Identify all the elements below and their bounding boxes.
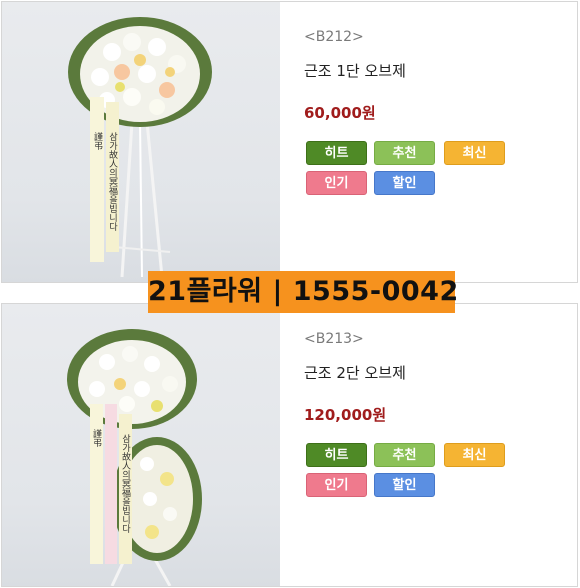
- badge-hit[interactable]: 히트: [306, 443, 367, 467]
- product-card[interactable]: 謹弔 삼가故人의冥福을빕니다 <B212> 근조 1단 오브제 60,000원 …: [1, 1, 578, 283]
- product-code: <B213>: [304, 331, 364, 347]
- product-name[interactable]: 근조 2단 오브제: [304, 362, 406, 383]
- svg-text:謹弔: 謹弔: [91, 428, 102, 448]
- badge-sale[interactable]: 할인: [374, 171, 435, 195]
- product-image-wreath-2[interactable]: 謹弔 삼가故人의冥福을빕니다: [2, 304, 280, 586]
- badge-new[interactable]: 최신: [444, 141, 505, 165]
- badge-popular[interactable]: 인기: [306, 171, 367, 195]
- badge-sale[interactable]: 할인: [374, 473, 435, 497]
- badge-hit[interactable]: 히트: [306, 141, 367, 165]
- product-name[interactable]: 근조 1단 오브제: [304, 60, 406, 81]
- product-price: 120,000원: [304, 406, 387, 424]
- product-price: 60,000원: [304, 104, 376, 122]
- svg-text:謹弔: 謹弔: [92, 131, 103, 151]
- phone-banner[interactable]: 21플라워 | 1555-0042: [148, 271, 458, 313]
- badge-recommend[interactable]: 추천: [374, 443, 435, 467]
- badge-new[interactable]: 최신: [444, 443, 505, 467]
- badge-recommend[interactable]: 추천: [374, 141, 435, 165]
- product-card[interactable]: 謹弔 삼가故人의冥福을빕니다 <B213> 근조 2단 오브제 120,000원…: [1, 303, 578, 587]
- badge-popular[interactable]: 인기: [306, 473, 367, 497]
- svg-text:삼가故人의冥福을빕니다: 삼가故人의冥福을빕니다: [120, 434, 131, 534]
- product-image-wreath-1[interactable]: 謹弔 삼가故人의冥福을빕니다: [2, 2, 280, 282]
- product-code: <B212>: [304, 29, 364, 45]
- svg-text:삼가故人의冥福을빕니다: 삼가故人의冥福을빕니다: [107, 132, 118, 232]
